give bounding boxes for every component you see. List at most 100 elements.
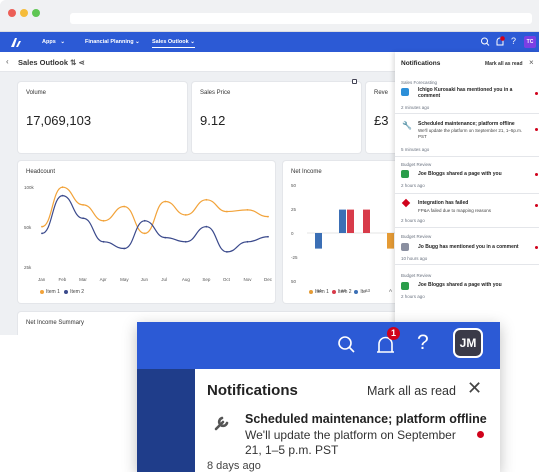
- y-tick-label: 25k: [24, 265, 32, 270]
- mark-all-read-link[interactable]: Mark all as read: [485, 61, 523, 67]
- x-tick-label: Dec: [264, 277, 273, 282]
- close-icon[interactable]: ✕: [467, 378, 482, 399]
- notification-message: Jo Bugg has mentioned you in a comment: [418, 244, 519, 250]
- legend-swatch-item-1: [309, 289, 313, 294]
- close-window-dot[interactable]: [8, 9, 16, 17]
- y-tick-label: 100k: [24, 185, 35, 190]
- bar-a2: [339, 209, 346, 233]
- x-tick-label: Nov: [243, 277, 252, 282]
- notification-item[interactable]: 🔧 Scheduled maintenance; platform offlin…: [395, 114, 539, 157]
- y-tick-label: 0: [291, 231, 294, 236]
- legend-label-item-2: Item 2: [70, 289, 84, 295]
- user-avatar[interactable]: TC: [524, 36, 536, 48]
- bell-icon[interactable]: [494, 35, 506, 49]
- kpi-label: Sales Price: [200, 90, 231, 96]
- comment-icon[interactable]: [352, 79, 357, 84]
- x-tick-label: Apr: [100, 277, 108, 282]
- notification-time: 10 hours ago: [401, 256, 428, 261]
- back-chevron-icon[interactable]: ‹: [6, 57, 9, 66]
- legend-label-item-1: Item 1: [46, 289, 60, 295]
- notification-item[interactable]: Budget Review Joe Bloggs shared a page w…: [395, 157, 539, 194]
- x-tick-label: Aug: [182, 277, 191, 282]
- kpi-label: Volume: [26, 90, 47, 96]
- data-point: [102, 240, 105, 243]
- page-title: Sales Outlook ⇅ ⋖: [18, 58, 85, 67]
- x-tick-label: Oct: [223, 277, 231, 282]
- data-point: [246, 208, 249, 211]
- data-point: [41, 225, 43, 228]
- unread-dot: [535, 92, 538, 95]
- legend-label-item-1: Item 1: [315, 289, 329, 295]
- notification-category: Budget Review: [401, 162, 432, 167]
- zoomed-sidebar-area: [137, 369, 195, 472]
- browser-titlebar: [0, 0, 539, 32]
- share-icon: [401, 170, 409, 178]
- notification-detail: FP&A failed due to mapping reasons: [418, 208, 492, 213]
- page-header: ‹ Sales Outlook ⇅ ⋖: [0, 52, 400, 72]
- x-tick-label: Feb: [59, 277, 67, 282]
- x-tick-label: Mar: [79, 277, 87, 282]
- share-icon: [401, 282, 409, 290]
- notification-item[interactable]: Integration has failed FP&A failed due t…: [395, 194, 539, 228]
- y-tick-label: 50: [291, 279, 297, 284]
- search-icon[interactable]: [480, 35, 490, 49]
- notification-time: 2 hours ago: [401, 183, 425, 188]
- kpi-card-sales-price: Sales Price 9.12: [192, 79, 361, 153]
- mark-all-read-link[interactable]: Mark all as read: [367, 384, 456, 398]
- nav-sales-outlook[interactable]: Sales Outlook ⌄: [152, 39, 195, 48]
- close-icon[interactable]: ×: [529, 58, 534, 67]
- user-icon: [401, 88, 409, 96]
- data-point: [61, 194, 64, 197]
- user-avatar[interactable]: JM: [453, 328, 483, 358]
- data-point: [102, 219, 105, 222]
- notification-item[interactable]: Sales Forecasting Ichigo Kurosaki has me…: [395, 74, 539, 114]
- zoomed-notification-view: 1 ? JM Notifications Mark all as read ✕ …: [137, 322, 500, 472]
- data-point: [267, 215, 269, 218]
- notification-item[interactable]: Budget Review Jo Bugg has mentioned you …: [395, 228, 539, 265]
- help-icon[interactable]: ?: [417, 331, 429, 355]
- headcount-legend: Item 1 Item 2: [40, 289, 84, 295]
- data-point: [226, 250, 228, 253]
- nav-apps[interactable]: Apps ⌄: [42, 39, 65, 45]
- app-logo-icon[interactable]: [10, 36, 22, 48]
- nav-financial-planning[interactable]: Financial Planning ⌄: [85, 39, 140, 45]
- share-arrows-icon[interactable]: ⇅ ⋖: [70, 58, 85, 67]
- maximize-window-dot[interactable]: [32, 9, 40, 17]
- card-title: Net Income Summary: [26, 320, 85, 326]
- zoomed-notification-panel: Notifications Mark all as read ✕ Schedul…: [195, 369, 500, 472]
- bar-a2: [347, 209, 354, 233]
- headcount-chart: 100k 50k 25k Jan Feb Mar Apr May Jun Jul Aug Sep Oct…: [24, 185, 273, 282]
- search-icon[interactable]: [337, 334, 357, 356]
- user-icon: [401, 243, 409, 251]
- data-point: [205, 198, 208, 201]
- kpi-value: 17,069,103: [26, 113, 92, 128]
- notification-panel: Notifications Mark all as read × Sales F…: [395, 52, 539, 335]
- panel-title: Notifications: [207, 382, 298, 399]
- minimize-window-dot[interactable]: [20, 9, 28, 17]
- top-navbar: Apps ⌄ Financial Planning ⌄ Sales Outloo…: [0, 32, 539, 52]
- series-line-item-2: [41, 194, 269, 253]
- help-icon[interactable]: ?: [511, 36, 516, 46]
- wrench-icon: 🔧: [402, 121, 412, 130]
- address-bar[interactable]: [70, 13, 532, 24]
- y-tick-label: -25: [291, 255, 298, 260]
- notification-message: Joe Bloggs shared a page with you: [418, 171, 502, 177]
- data-point: [41, 232, 43, 235]
- legend-swatch-item-2: [64, 289, 69, 294]
- notification-message: Ichigo Kurosaki has mentioned you in a c…: [418, 87, 513, 99]
- bar-A: [387, 233, 394, 249]
- data-point: [61, 186, 64, 189]
- legend-swatch-item-2: [331, 289, 336, 294]
- notification-detail: We'll update the platform on September 2…: [245, 428, 456, 457]
- x-tick-label: Jul: [161, 277, 167, 282]
- notification-item[interactable]: Budget Review Joe Bloggs shared a page w…: [395, 265, 539, 303]
- x-tick-label: Sep: [202, 277, 211, 282]
- kpi-value: £3: [374, 113, 389, 128]
- data-point: [267, 235, 269, 238]
- data-point: [164, 200, 167, 203]
- notification-time: 5 minutes ago: [401, 147, 430, 152]
- notification-time: 2 hours ago: [401, 218, 425, 223]
- data-point: [164, 236, 167, 239]
- data-point: [205, 225, 208, 228]
- y-tick-label: 50: [291, 183, 297, 188]
